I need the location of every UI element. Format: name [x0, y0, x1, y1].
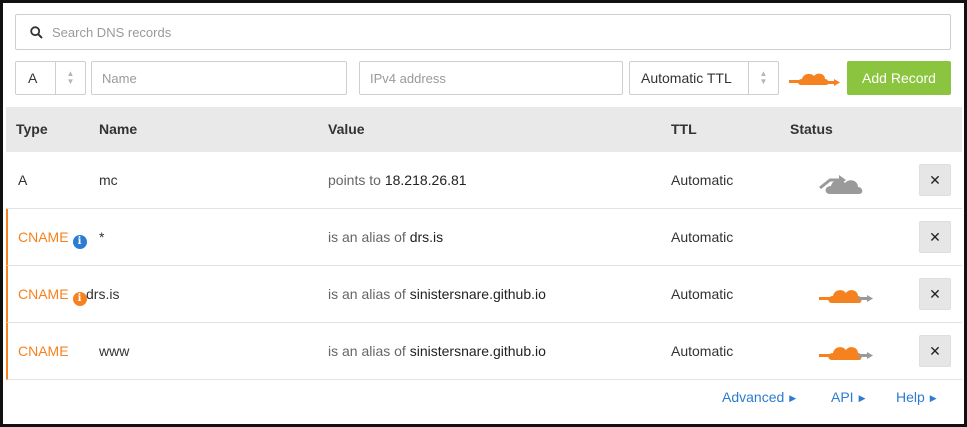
record-value[interactable]: is an alias of sinistersnare.github.io [328, 323, 546, 379]
record-ttl[interactable]: Automatic [671, 209, 733, 265]
delete-record-button[interactable]: ✕ [919, 164, 951, 196]
help-label: Help [896, 389, 925, 405]
name-input[interactable] [91, 61, 347, 95]
caret-right-icon: ▶ [929, 393, 937, 403]
record-name[interactable]: mc [99, 152, 118, 208]
select-arrows-icon[interactable]: ▲ ▼ [55, 62, 85, 94]
header-ttl: TTL [671, 121, 697, 137]
record-type-select[interactable]: A ▲ ▼ [15, 61, 86, 95]
record-value[interactable]: is an alias of sinistersnare.github.io [328, 266, 546, 322]
table-row[interactable]: A mc points to 18.218.26.81 Automatic ✕ [6, 152, 962, 209]
header-type: Type [16, 121, 48, 137]
value-prefix: points to [328, 172, 385, 188]
add-record-button[interactable]: Add Record [847, 61, 951, 95]
record-type: CNAME [18, 343, 69, 359]
delete-record-button[interactable]: ✕ [919, 335, 951, 367]
cloud-proxied-icon[interactable] [816, 280, 876, 310]
ttl-value: Automatic TTL [641, 70, 732, 86]
cloud-dns-only-icon[interactable] [812, 166, 872, 196]
caret-right-icon: ▶ [789, 393, 797, 403]
record-ttl[interactable]: Automatic [671, 152, 733, 208]
cloud-proxied-icon[interactable] [816, 337, 876, 367]
cloud-proxied-icon[interactable] [787, 67, 843, 91]
select-arrows-icon[interactable]: ▲ ▼ [748, 62, 778, 94]
record-type-label: CNAME [18, 286, 69, 302]
record-name[interactable]: www [99, 323, 129, 379]
dns-records-table: Type Name Value TTL Status A mc points t… [6, 107, 962, 380]
search-icon [28, 24, 44, 40]
record-type: CNAME i [18, 266, 87, 322]
dns-panel: A ▲▼ Automatic TTL ▲▼ Add Record Type Na… [0, 0, 967, 427]
header-value: Value [328, 121, 365, 137]
record-value[interactable]: is an alias of drs.is [328, 209, 443, 265]
api-label: API [831, 389, 854, 405]
table-row[interactable]: CNAME www is an alias of sinistersnare.g… [6, 323, 962, 380]
advanced-label: Advanced [722, 389, 785, 405]
table-row[interactable]: CNAME i drs.is is an alias of sinistersna… [6, 266, 962, 323]
value-main: 18.218.26.81 [384, 172, 467, 188]
header-name: Name [99, 121, 138, 137]
record-type-label: CNAME [18, 229, 69, 245]
table-row[interactable]: CNAME i * is an alias of drs.is Automatic… [6, 209, 962, 266]
value-main: drs.is [409, 229, 444, 245]
record-name[interactable]: * [99, 209, 104, 265]
advanced-link[interactable]: Advanced ▶ [722, 389, 796, 405]
search-bar[interactable] [15, 14, 951, 50]
delete-record-button[interactable]: ✕ [919, 221, 951, 253]
record-type: CNAME i [18, 209, 87, 265]
record-type-value: A [28, 70, 38, 86]
ttl-select[interactable]: Automatic TTL ▲ ▼ [629, 61, 779, 95]
ipv4-input[interactable] [359, 61, 623, 95]
info-icon[interactable]: i [72, 292, 87, 306]
value-prefix: is an alias of [328, 286, 410, 302]
value-main: sinistersnare.github.io [409, 343, 546, 359]
record-ttl[interactable]: Automatic [671, 323, 733, 379]
record-ttl[interactable]: Automatic [671, 266, 733, 322]
record-name[interactable]: drs.is [86, 266, 119, 322]
table-header: Type Name Value TTL Status [6, 107, 962, 152]
caret-right-icon: ▶ [858, 393, 866, 403]
delete-record-button[interactable]: ✕ [919, 278, 951, 310]
add-record-form: A ▲▼ Automatic TTL ▲▼ Add Record [15, 61, 951, 97]
value-prefix: is an alias of [328, 343, 410, 359]
value-prefix: is an alias of [328, 229, 410, 245]
record-value[interactable]: points to 18.218.26.81 [328, 152, 467, 208]
search-input[interactable] [52, 24, 932, 40]
api-link[interactable]: API ▶ [831, 389, 866, 405]
value-main: sinistersnare.github.io [409, 286, 546, 302]
help-link[interactable]: Help ▶ [896, 389, 937, 405]
info-icon[interactable]: i [72, 235, 87, 249]
header-status: Status [790, 121, 833, 137]
record-type: A [18, 172, 28, 188]
footer-links: Advanced ▶ API ▶ Help ▶ [3, 389, 963, 413]
